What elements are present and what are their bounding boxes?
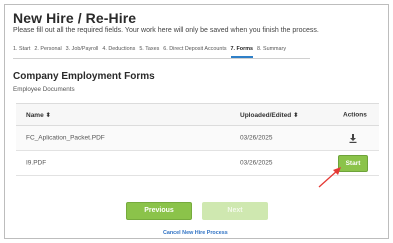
cancel-new-hire-link[interactable]: Cancel New Hire Process xyxy=(163,230,228,236)
actions-column-header: Actions xyxy=(343,111,367,118)
date-column-header[interactable]: Uploaded/Edited ⬍ xyxy=(240,111,299,119)
document-name: FC_Aplication_Packet.PDF xyxy=(26,134,105,142)
document-date: 03/26/2025 xyxy=(240,134,273,142)
tab-deductions[interactable]: 4. Deductions xyxy=(102,44,135,58)
tab-taxes[interactable]: 5. Taxes xyxy=(139,44,159,58)
table-header: Name ⬍ Uploaded/Edited ⬍ Actions xyxy=(16,104,379,126)
next-button[interactable]: Next xyxy=(202,202,268,220)
tab-direct-deposit[interactable]: 6. Direct Deposit Accounts xyxy=(163,44,226,58)
page-subtitle: Please fill out all the required fields.… xyxy=(13,27,319,34)
tab-job-payroll[interactable]: 3. Job/Payroll xyxy=(66,44,99,58)
page-title: New Hire / Re-Hire xyxy=(13,10,137,26)
download-icon[interactable] xyxy=(349,134,357,143)
step-tabs: 1. Start 2. Personal 3. Job/Payroll 4. D… xyxy=(13,44,310,59)
name-column-header[interactable]: Name ⬍ xyxy=(26,111,51,119)
previous-button[interactable]: Previous xyxy=(126,202,192,220)
tab-start[interactable]: 1. Start xyxy=(13,44,30,58)
document-name: I9.PDF xyxy=(26,159,47,167)
section-title: Company Employment Forms xyxy=(13,71,155,82)
tab-forms[interactable]: 7. Forms xyxy=(230,44,253,58)
section-subtitle: Employee Documents xyxy=(13,86,75,93)
document-date: 03/26/2025 xyxy=(240,159,273,167)
tab-summary[interactable]: 8. Summary xyxy=(257,44,286,58)
tab-personal[interactable]: 2. Personal xyxy=(34,44,61,58)
table-row: FC_Aplication_Packet.PDF 03/26/2025 xyxy=(16,126,379,151)
red-arrow-annotation xyxy=(318,167,341,188)
